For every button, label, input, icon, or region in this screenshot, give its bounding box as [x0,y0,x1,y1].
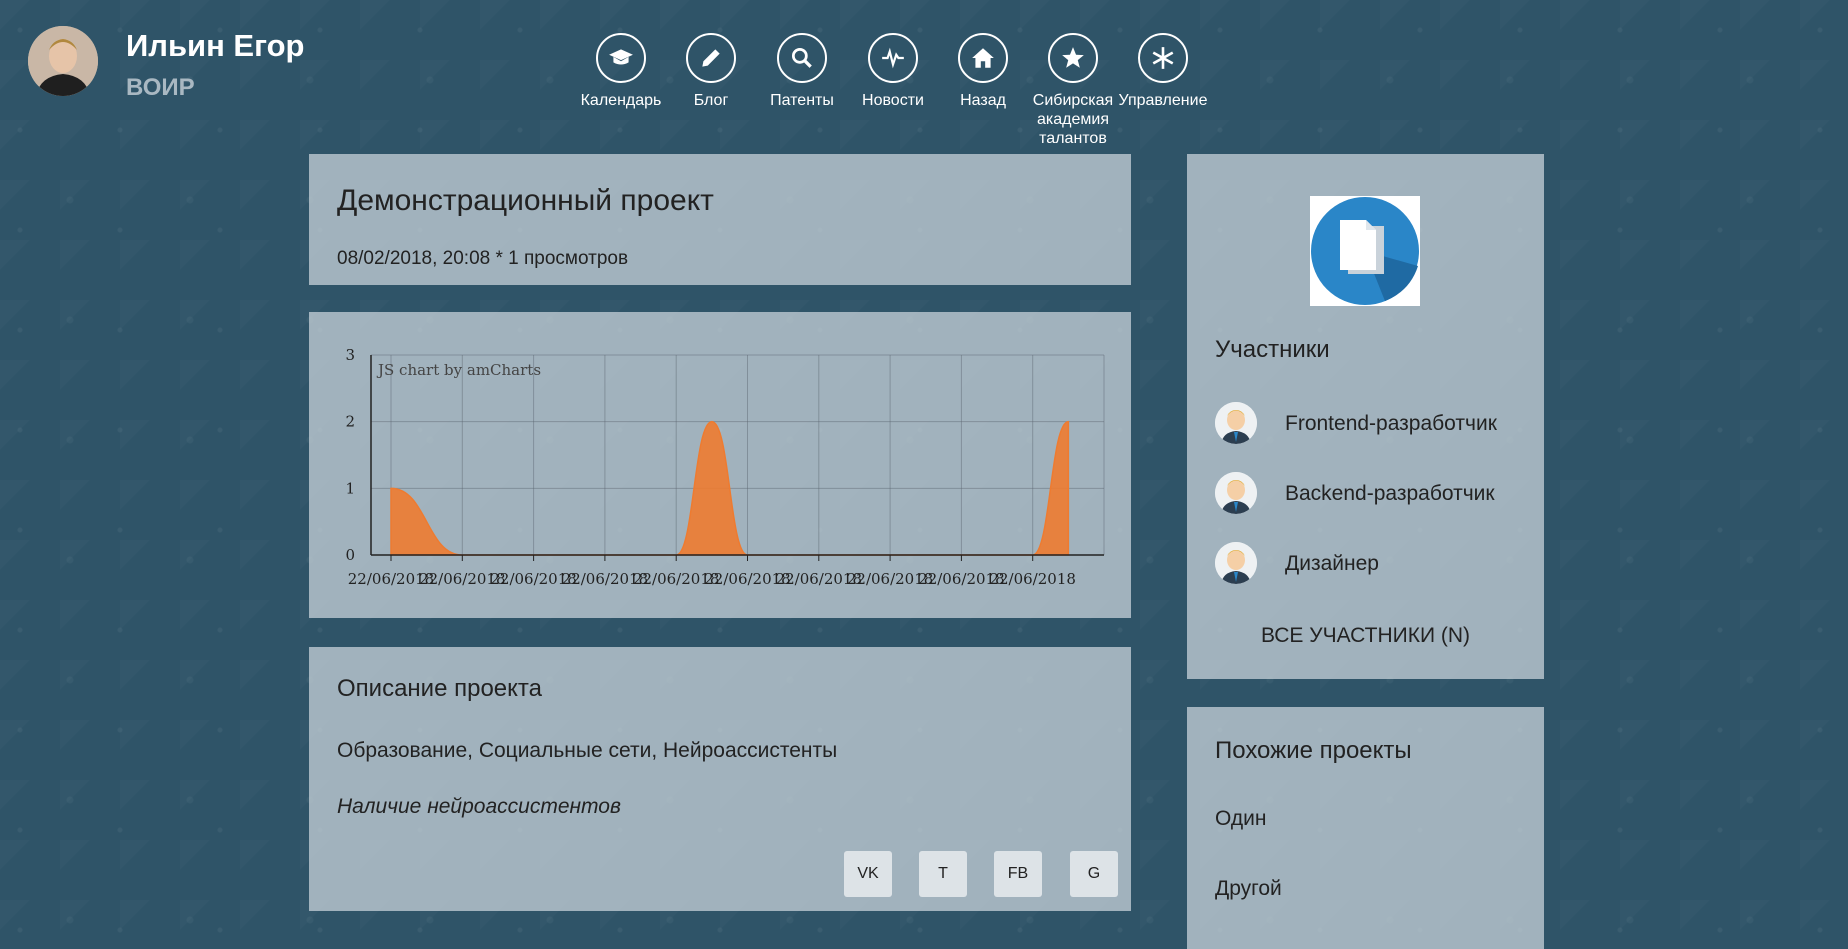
nav-label: Новости [862,92,924,109]
member-item[interactable]: Frontend-разработчик [1215,402,1535,446]
similar-title: Похожие проекты [1215,737,1412,764]
member-avatar [1215,402,1257,444]
project-note: Наличие нейроассистентов [337,795,621,818]
pencil-icon [686,33,736,83]
nav-item-back[interactable]: Назад [937,33,1029,110]
member-item[interactable]: Backend-разработчик [1215,472,1535,516]
nav-label: Календарь [580,92,662,109]
share-vk-button[interactable]: VK [844,851,892,897]
chart-panel: 0 1 2 3 22/06/2018 22/06/2018 22/06/2018 22/06/… [309,312,1131,618]
nav-item-academy[interactable]: Сибирская академия талантов [1027,33,1119,148]
top-navigation: Календарь Блог Патенты Новости Назад Сиб… [0,33,1848,153]
nav-item-calendar[interactable]: Календарь [575,33,667,110]
y-tick-label: 1 [345,479,355,497]
members-panel: Участники Frontend-разработчик Backend-р… [1187,154,1544,679]
share-g-button[interactable]: G [1070,851,1118,897]
nav-label: Назад [960,92,1006,109]
members-title: Участники [1215,336,1330,363]
nav-label: Управление [1118,92,1208,109]
similar-project-link[interactable]: Другой [1215,877,1282,901]
member-item[interactable]: Дизайнер [1215,542,1535,586]
description-panel: Описание проекта Образование, Социальные… [309,647,1131,911]
description-title: Описание проекта [337,675,542,702]
chart-watermark: JS chart by amCharts [376,361,541,379]
y-tick-label: 0 [345,546,355,564]
graduation-cap-icon [596,33,646,83]
y-tick-label: 2 [345,413,355,431]
nav-label: Сибирская академия талантов [1032,92,1114,147]
project-header-panel: Демонстрационный проект 08/02/2018, 20:0… [309,154,1131,285]
nav-item-blog[interactable]: Блог [665,33,757,110]
member-avatar [1215,472,1257,514]
pulse-icon [868,33,918,83]
share-fb-button[interactable]: FB [994,851,1042,897]
asterisk-icon [1138,33,1188,83]
project-meta: 08/02/2018, 20:08 * 1 просмотров [337,248,629,269]
similar-project-link[interactable]: Один [1215,807,1266,831]
share-t-button[interactable]: T [919,851,967,897]
home-icon [958,33,1008,83]
x-tick-label: 22/06/2018 [989,570,1075,588]
activity-chart[interactable]: 012322/06/201822/06/201822/06/201822/06/… [309,312,1131,618]
nav-item-management[interactable]: Управление [1117,33,1209,110]
all-members-link[interactable]: ВСЕ УЧАСТНИКИ (N) [1187,624,1544,648]
member-name: Дизайнер [1285,552,1379,575]
nav-label: Патенты [770,92,834,109]
member-name: Frontend-разработчик [1285,412,1497,435]
nav-item-news[interactable]: Новости [847,33,939,110]
member-name: Backend-разработчик [1285,482,1495,505]
project-title: Демонстрационный проект [337,184,714,217]
similar-projects-panel: Похожие проекты Один Другой [1187,707,1544,949]
star-icon [1048,33,1098,83]
project-tags: Образование, Социальные сети, Нейроассис… [337,739,838,762]
document-icon [1310,196,1420,306]
nav-label: Блог [693,92,729,109]
member-avatar [1215,542,1257,584]
search-icon [777,33,827,83]
nav-item-patents[interactable]: Патенты [756,33,848,110]
y-tick-label: 3 [345,346,355,364]
